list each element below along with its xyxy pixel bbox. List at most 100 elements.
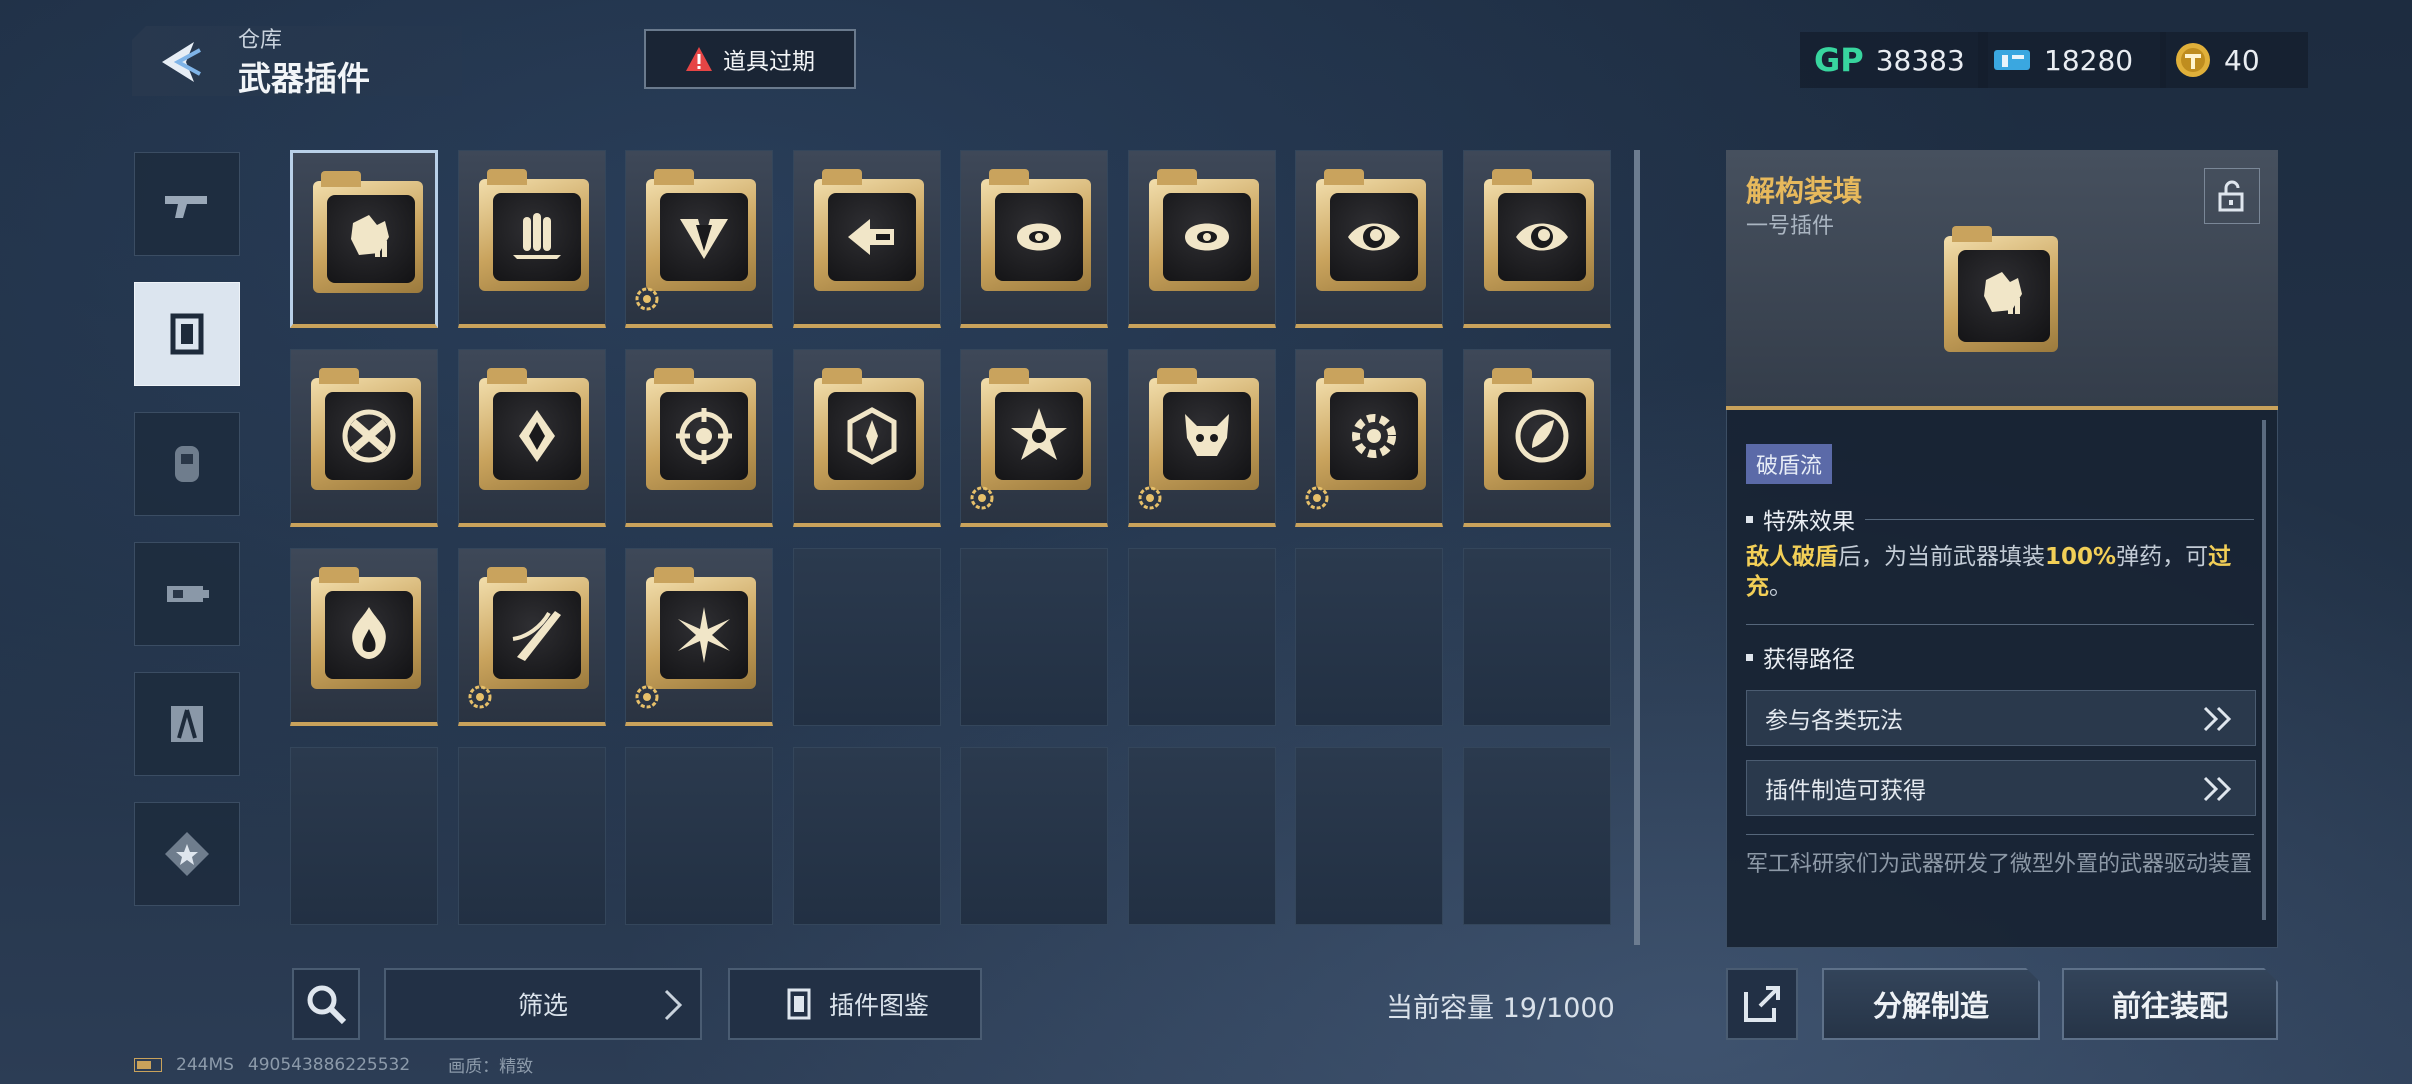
- folder-tab: [319, 368, 359, 384]
- expired-items-button[interactable]: 道具过期: [644, 29, 856, 89]
- empty-slot: [960, 747, 1108, 925]
- dash-arrow-icon: [847, 219, 894, 255]
- plugin-slot[interactable]: [625, 150, 773, 328]
- compass-icon: [171, 706, 203, 742]
- plugin-card: [311, 567, 421, 689]
- icon-well: [1162, 193, 1251, 281]
- category-tab-guns[interactable]: [134, 152, 240, 256]
- double-chevron-right-icon: [2203, 776, 2232, 802]
- effect-text: 敌人破盾后，为当前武器填装100%弹药，可过充。: [1746, 542, 2254, 602]
- effect-amount: 100%: [2045, 544, 2117, 570]
- route-item-crafting[interactable]: 插件制造可获得: [1746, 760, 2256, 816]
- plugin-slot[interactable]: [1462, 150, 1611, 328]
- folder-tab: [821, 368, 862, 384]
- effect-heading: 特殊效果: [1746, 502, 2254, 536]
- plugin-card: [478, 169, 589, 291]
- plugin-card: [478, 368, 589, 490]
- plugin-card: [981, 169, 1091, 291]
- plugin-slot[interactable]: [290, 150, 438, 328]
- plugin-slot[interactable]: [960, 150, 1108, 328]
- plugin-slot[interactable]: [457, 349, 606, 527]
- disassemble-button[interactable]: 分解制造: [1822, 968, 2040, 1040]
- folder-tab: [486, 169, 527, 185]
- icon-well: [660, 193, 748, 281]
- back-arrow-icon[interactable]: [148, 32, 208, 92]
- route-label: 参与各类玩法: [1765, 708, 1903, 734]
- icon-well: [492, 193, 581, 281]
- share-button[interactable]: [1726, 968, 1798, 1040]
- plugin-atlas-button[interactable]: 插件图鉴: [728, 968, 982, 1040]
- folder-tab: [1324, 368, 1364, 384]
- swirl-icon: [1017, 223, 1061, 251]
- plugin-slot[interactable]: [457, 150, 606, 328]
- category-tab-emblems[interactable]: [134, 802, 240, 906]
- plugin-card: [646, 567, 756, 689]
- filter-button[interactable]: 筛选: [384, 968, 702, 1040]
- currency-gp: GP 38383: [1800, 32, 1988, 88]
- detail-plugin-image: [1944, 226, 2058, 352]
- route-heading: 获得路径: [1746, 640, 2254, 674]
- weapon-part-icon: [167, 586, 209, 602]
- plugin-slot[interactable]: [290, 548, 438, 726]
- folder-tab: [654, 169, 694, 185]
- icon-well: [827, 193, 916, 281]
- folder-tab: [989, 368, 1029, 384]
- empty-slot: [625, 747, 773, 925]
- divider: [1746, 624, 2254, 625]
- route-label: 插件制造可获得: [1765, 778, 1926, 804]
- capacity-text: 当前容量 19/1000: [1386, 993, 1615, 1024]
- empty-slot: [792, 747, 941, 925]
- grid-scrollbar[interactable]: [1634, 150, 1640, 945]
- category-tab-canisters[interactable]: [134, 412, 240, 516]
- status-bar: 244MS 490543886225532 画质：精致: [134, 1052, 533, 1077]
- cross-bullets-icon: [342, 409, 396, 463]
- plugin-card: [1316, 169, 1426, 291]
- bullets-icon: [512, 213, 561, 259]
- plugin-slot[interactable]: [625, 349, 773, 527]
- fist-shield-icon: [351, 215, 389, 257]
- plugin-slot[interactable]: [1127, 349, 1276, 527]
- icon-well: [827, 392, 916, 480]
- plugin-card: [1483, 169, 1594, 291]
- plugin-slot[interactable]: [457, 548, 606, 726]
- plugin-slot[interactable]: [792, 150, 941, 328]
- plugin-slot[interactable]: [1462, 349, 1611, 527]
- plugin-slot[interactable]: [1127, 150, 1276, 328]
- currency-coin-value: 40: [2224, 43, 2260, 77]
- search-button[interactable]: [292, 968, 360, 1040]
- folder-tab: [1491, 169, 1532, 185]
- plugin-slot[interactable]: [960, 349, 1108, 527]
- lock-button[interactable]: [2204, 168, 2260, 224]
- plugin-slot[interactable]: [1295, 349, 1443, 527]
- folder-tab: [486, 567, 527, 583]
- divider: [1746, 834, 2254, 835]
- icon-well: [325, 591, 413, 679]
- plugin-slot[interactable]: [290, 349, 438, 527]
- category-tab-parts[interactable]: [134, 542, 240, 646]
- plugin-slot[interactable]: [625, 548, 773, 726]
- currency-coin: 40: [2160, 32, 2308, 88]
- warning-icon: [686, 47, 712, 71]
- folder-tab: [1156, 169, 1197, 185]
- gear-spark-icon: [1352, 414, 1396, 458]
- plugin-card: [1148, 169, 1259, 291]
- plugin-slot[interactable]: [1295, 150, 1443, 328]
- plugin-slot[interactable]: [792, 349, 941, 527]
- category-tab-plugins[interactable]: [134, 282, 240, 386]
- icon-well: [995, 193, 1083, 281]
- effect-text-2: 后，为当前武器填装: [1838, 544, 2045, 570]
- equip-button[interactable]: 前往装配: [2062, 968, 2278, 1040]
- battery-icon: [134, 1057, 162, 1072]
- page-title: 武器插件: [238, 59, 370, 98]
- category-tab-compass[interactable]: [134, 672, 240, 776]
- detail-scrollbar[interactable]: [2262, 420, 2266, 920]
- currency-gp-value: 38383: [1875, 43, 1965, 77]
- route-item-gameplay[interactable]: 参与各类玩法: [1746, 690, 2256, 746]
- filter-label: 筛选: [517, 991, 568, 1020]
- plugin-card: [981, 368, 1091, 490]
- eye-icon: [1348, 223, 1400, 251]
- empty-slot: [1127, 747, 1276, 925]
- icon-well: [1497, 392, 1586, 480]
- question-leaf-icon: [1515, 409, 1568, 463]
- icon-well: [1162, 392, 1251, 480]
